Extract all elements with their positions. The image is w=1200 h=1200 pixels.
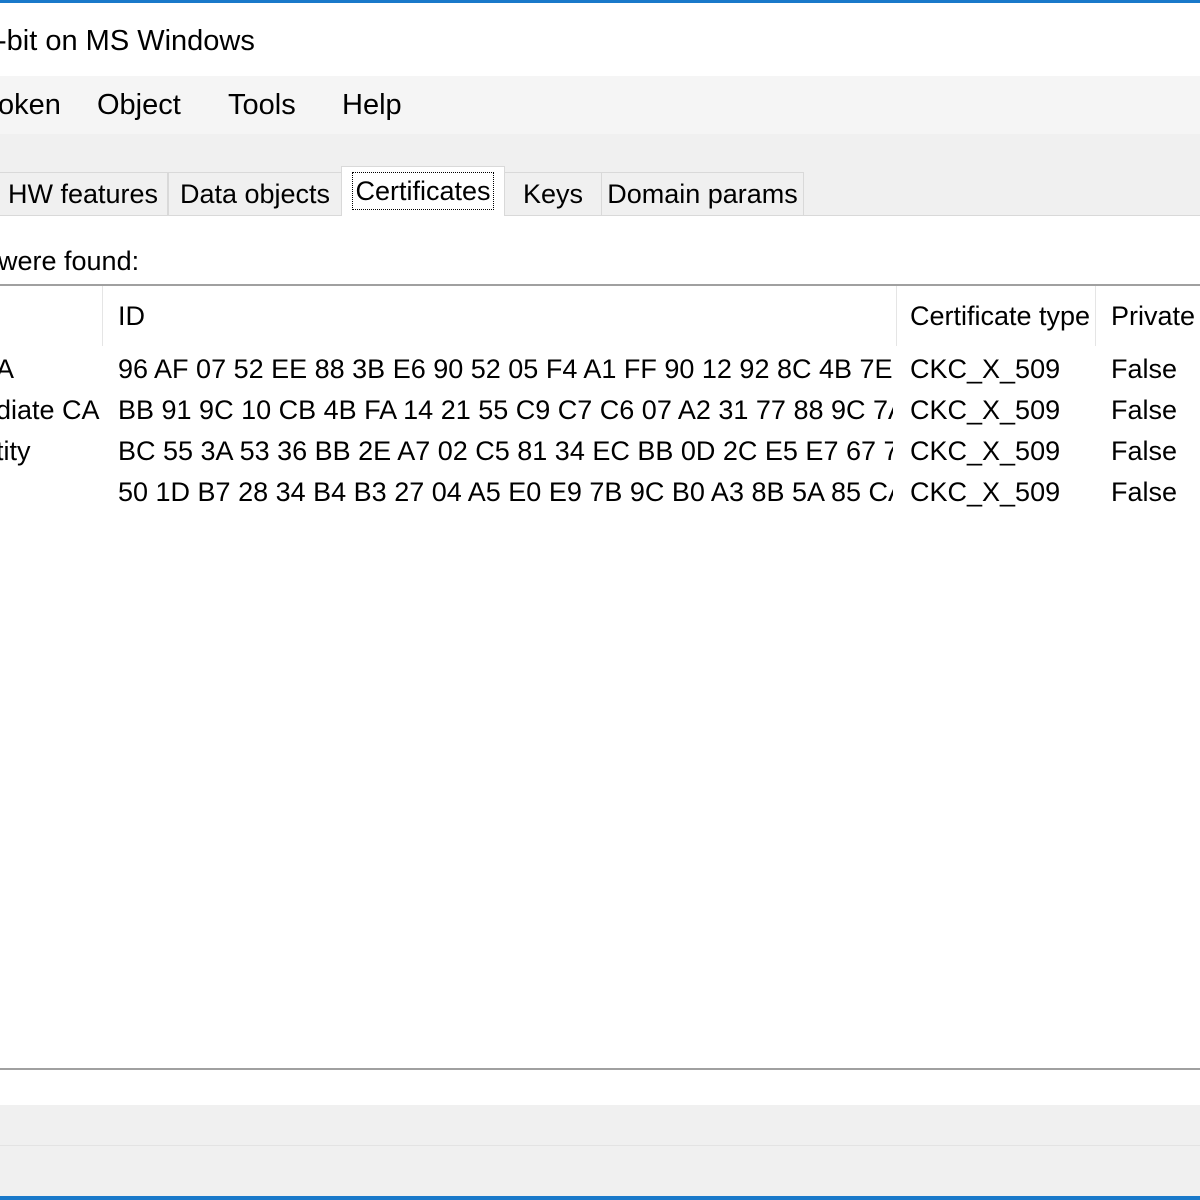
- tab-keys-label: Keys: [522, 179, 584, 209]
- status-bar: [0, 1105, 1200, 1146]
- cell-certificate-type: CKC_X_509: [910, 395, 1061, 425]
- tab-certificates[interactable]: Certificates: [341, 166, 505, 216]
- tab-strip: HW features Data objects Certificates Ke…: [0, 134, 1200, 216]
- tab-certificates-label: Certificates: [352, 172, 494, 210]
- column-header-certificate-type[interactable]: Certificate type: [897, 286, 1096, 346]
- menu-bar: oken Object Tools Help: [0, 76, 1200, 134]
- found-count-label: were found:: [0, 246, 140, 276]
- window-title: -bit on MS Windows: [0, 25, 255, 57]
- tab-domain-params-label: Domain params: [607, 179, 798, 209]
- table-row[interactable]: tity BC 55 3A 53 36 BB 2E A7 02 C5 81 34…: [0, 431, 1200, 472]
- tab-data-objects-label: Data objects: [179, 179, 331, 209]
- cell-certificate-type: CKC_X_509: [910, 436, 1061, 466]
- menu-object[interactable]: Object: [97, 88, 181, 122]
- tab-hw-features[interactable]: HW features: [0, 172, 168, 215]
- cell-id: 96 AF 07 52 EE 88 3B E6 90 52 05 F4 A1 F…: [118, 354, 893, 384]
- cell-private: False: [1111, 436, 1178, 466]
- cell-certificate-type: CKC_X_509: [910, 354, 1061, 384]
- tab-data-objects[interactable]: Data objects: [168, 172, 342, 215]
- table-row[interactable]: 50 1D B7 28 34 B4 B3 27 04 A5 E0 E9 7B 9…: [0, 472, 1200, 513]
- cell-label: tity: [0, 436, 31, 466]
- table-row[interactable]: A 96 AF 07 52 EE 88 3B E6 90 52 05 F4 A1…: [0, 349, 1200, 390]
- certificates-list[interactable]: ID Certificate type Private A 96 AF 07 5…: [0, 284, 1200, 1070]
- title-bar[interactable]: -bit on MS Windows: [0, 3, 1200, 76]
- tab-hw-features-label: HW features: [7, 179, 159, 209]
- column-header-id[interactable]: ID: [103, 286, 897, 346]
- table-row[interactable]: diate CA BB 91 9C 10 CB 4B FA 14 21 55 C…: [0, 390, 1200, 431]
- list-header: ID Certificate type Private: [0, 286, 1200, 346]
- menu-help[interactable]: Help: [342, 88, 402, 122]
- column-header-label[interactable]: [0, 286, 103, 346]
- tab-keys[interactable]: Keys: [504, 172, 602, 215]
- menu-token[interactable]: oken: [0, 88, 61, 122]
- cell-private: False: [1111, 354, 1178, 384]
- certificates-panel: were found: ID Certificate type Private …: [0, 215, 1200, 1105]
- bottom-bar: [0, 1146, 1200, 1196]
- column-header-private[interactable]: Private: [1096, 286, 1200, 346]
- tab-domain-params[interactable]: Domain params: [601, 172, 804, 215]
- cell-id: BC 55 3A 53 36 BB 2E A7 02 C5 81 34 EC B…: [118, 436, 893, 466]
- app-window: -bit on MS Windows oken Object Tools Hel…: [0, 0, 1200, 1200]
- cell-label: diate CA: [0, 395, 100, 425]
- menu-tools[interactable]: Tools: [228, 88, 296, 122]
- cell-label: [0, 472, 100, 513]
- cell-id: BB 91 9C 10 CB 4B FA 14 21 55 C9 C7 C6 0…: [118, 395, 893, 425]
- cell-label: A: [0, 349, 100, 390]
- cell-private: False: [1111, 395, 1178, 425]
- cell-certificate-type: CKC_X_509: [910, 477, 1061, 507]
- window-bottom-border: [0, 1196, 1200, 1200]
- cell-id: 50 1D B7 28 34 B4 B3 27 04 A5 E0 E9 7B 9…: [118, 477, 893, 507]
- cell-private: False: [1111, 477, 1178, 507]
